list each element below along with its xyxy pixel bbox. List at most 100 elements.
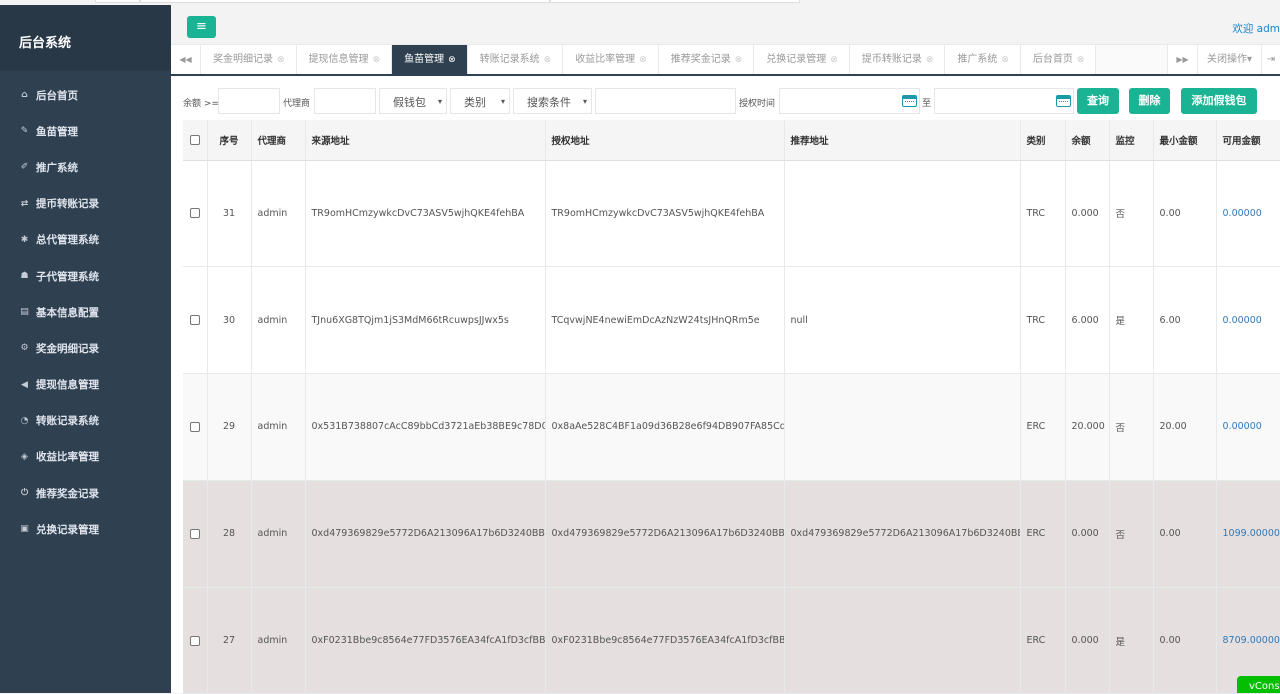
cell-agent: admin	[251, 480, 306, 588]
sidebar-item-label: 后台首页	[36, 89, 78, 102]
sidebar-item-cogs[interactable]: ⚙ 奖金明细记录	[0, 330, 171, 366]
search-condition-select[interactable]: 搜索条件 ▾	[513, 88, 592, 114]
sidebar-item-save[interactable]: ▣ 兑换记录管理	[0, 511, 171, 547]
add-fake-wallet-button[interactable]: 添加假钱包	[1181, 88, 1257, 114]
column-header[interactable]: 可用金额	[1216, 120, 1280, 161]
sidebar-item-wrench[interactable]: ✎ 鱼苗管理	[0, 113, 171, 149]
close-icon[interactable]: ⊗	[277, 55, 285, 65]
close-icon[interactable]: ⊗	[639, 55, 647, 65]
tab-scroll-left-icon[interactable]: ◀◀	[171, 45, 201, 74]
cell-monitor: 是	[1109, 266, 1154, 375]
tab-item[interactable]: 推荐奖金记录 ⊗	[658, 45, 755, 74]
auth-time-start-input[interactable]	[779, 88, 920, 114]
column-header[interactable]: 代理商	[251, 120, 306, 161]
table-row[interactable]: 30 admin TJnu6XG8TQjm1jS3MdM66tRcuwpsJJwx5…	[183, 266, 1280, 375]
close-icon[interactable]: ⊗	[926, 55, 934, 65]
row-checkbox-cell	[183, 587, 208, 694]
tab-item[interactable]: 转账记录系统 ⊗	[467, 45, 564, 74]
cell-min: 0.00	[1153, 480, 1217, 588]
tab-item[interactable]: 提现信息管理 ⊗	[296, 45, 393, 74]
cell-auth: 0xd479369829e5772D6A213096A17b6D3240BB3c…	[545, 480, 785, 588]
select-all-checkbox[interactable]	[189, 134, 200, 145]
tab-item[interactable]: 奖金明细记录 ⊗	[201, 45, 297, 74]
search-condition-value: 搜索条件	[527, 96, 571, 109]
close-operations-dropdown[interactable]: 关闭操作▾	[1197, 45, 1261, 74]
balance-input[interactable]	[218, 88, 280, 114]
cell-type: ERC	[1020, 587, 1066, 694]
sidebar-item-label: 鱼苗管理	[36, 125, 78, 138]
close-icon[interactable]: ⊗	[735, 55, 743, 65]
search-keyword-input[interactable]	[595, 88, 736, 114]
sidebar-item-label: 推广系统	[36, 161, 78, 174]
close-icon[interactable]: ⊗	[1077, 55, 1085, 65]
welcome-user-text[interactable]: 欢迎 adm	[1232, 21, 1280, 36]
cell-id: 30	[207, 266, 252, 375]
column-header[interactable]: 序号	[207, 120, 252, 161]
row-checkbox[interactable]	[189, 315, 200, 326]
close-icon[interactable]: ⊗	[544, 55, 552, 65]
cell-avail[interactable]: 0.00000	[1216, 266, 1280, 375]
table-row[interactable]: 27 admin 0xF0231Bbe9c8564e77FD3576EA34fcA1…	[183, 587, 1280, 694]
column-header[interactable]: 授权地址	[545, 120, 785, 161]
sidebar-item-file[interactable]: ▤ 基本信息配置	[0, 294, 171, 330]
tab-item[interactable]: 收益比率管理 ⊗	[563, 45, 659, 74]
sidebar-item-asterisk[interactable]: ✱ 总代管理系统	[0, 222, 171, 258]
sidebar-item-label: 基本信息配置	[36, 306, 99, 319]
table-row[interactable]: 28 admin 0xd479369829e5772D6A213096A17b6D3…	[183, 480, 1280, 588]
calendar-icon[interactable]	[1056, 95, 1071, 107]
tab-item[interactable]: 鱼苗管理 ⊗	[392, 45, 468, 74]
query-button[interactable]: 查询	[1077, 88, 1119, 114]
column-header[interactable]: 余额	[1065, 120, 1110, 161]
column-header[interactable]: 类别	[1020, 120, 1066, 161]
logout-icon[interactable]: ⇥	[1261, 45, 1280, 74]
sidebar-item-bullhorn[interactable]: ◀ 提现信息管理	[0, 367, 171, 403]
close-icon[interactable]: ⊗	[1001, 55, 1009, 65]
cell-avail[interactable]: 1099.00000	[1216, 480, 1280, 588]
table-row[interactable]: 31 admin TR9omHCmzywkcDvC73ASV5wjhQKE4fehB…	[183, 160, 1280, 268]
bullhorn-icon: ◀	[21, 379, 28, 390]
tab-scroll-right-icon[interactable]: ▶▶	[1167, 45, 1197, 74]
vconsole-button[interactable]: vConsole	[1237, 676, 1280, 693]
table-row[interactable]: 29 admin 0x531B738807cAcC89bbCd3721aEb38BE…	[183, 373, 1280, 481]
tab-item[interactable]: 提币转账记录 ⊗	[849, 45, 946, 74]
close-icon[interactable]: ⊗	[830, 55, 838, 65]
sidebar-item-shuffle[interactable]: ⇄ 提币转账记录	[0, 186, 171, 222]
agent-input[interactable]	[314, 88, 376, 114]
top-strip-tab	[550, 0, 800, 3]
fake-wallet-select[interactable]: 假钱包 ▾	[379, 88, 447, 114]
close-icon[interactable]: ⊗	[373, 55, 381, 65]
close-icon[interactable]: ⊗	[448, 55, 456, 65]
cell-avail[interactable]: 0.00000	[1216, 373, 1280, 481]
cell-agent: admin	[251, 160, 306, 268]
column-header[interactable]: 监控	[1109, 120, 1154, 161]
tab-item[interactable]: 兑换记录管理 ⊗	[754, 45, 850, 74]
sidebar-item-shield[interactable]: ◈ 收益比率管理	[0, 439, 171, 475]
row-checkbox[interactable]	[189, 208, 200, 219]
cell-avail[interactable]: 0.00000	[1216, 160, 1280, 268]
category-select[interactable]: 类别 ▾	[450, 88, 510, 114]
tab-item[interactable]: 后台首页 ⊗	[1020, 45, 1097, 74]
cell-type: ERC	[1020, 480, 1066, 588]
sidebar-item-home[interactable]: ⌂ 后台首页	[0, 77, 171, 113]
cell-min: 6.00	[1153, 266, 1217, 375]
sidebar-item-users[interactable]: ☗ 子代管理系统	[0, 258, 171, 294]
sidebar-item-dashboard[interactable]: ◔ 转账记录系统	[0, 403, 171, 439]
row-checkbox[interactable]	[189, 635, 200, 646]
delete-button[interactable]: 删除	[1129, 88, 1170, 114]
column-header[interactable]: 最小金额	[1153, 120, 1217, 161]
cell-auth: TR9omHCmzywkcDvC73ASV5wjhQKE4fehBA	[545, 160, 785, 268]
sidebar-item-power[interactable]: ⏻ 推荐奖金记录	[0, 475, 171, 511]
cell-source: TJnu6XG8TQjm1jS3MdM66tRcuwpsJJwx5s	[305, 266, 546, 375]
row-checkbox[interactable]	[189, 421, 200, 432]
row-checkbox[interactable]	[189, 528, 200, 539]
auth-time-end-input[interactable]	[934, 88, 1074, 114]
column-header[interactable]: 来源地址	[305, 120, 546, 161]
shield-icon: ◈	[21, 451, 28, 462]
menu-toggle-button[interactable]: ≡	[187, 16, 216, 38]
column-header[interactable]: 推荐地址	[784, 120, 1021, 161]
tab-item[interactable]: 推广系统 ⊗	[945, 45, 1021, 74]
calendar-icon[interactable]	[902, 95, 917, 107]
sidebar-item-edit[interactable]: ✐ 推广系统	[0, 149, 171, 185]
shuffle-icon: ⇄	[20, 198, 29, 209]
table-header-row: 序号 代理商 来源地址 授权地址 推荐地址 类别 余额 监控 最小金额 可用金额	[183, 120, 1280, 161]
